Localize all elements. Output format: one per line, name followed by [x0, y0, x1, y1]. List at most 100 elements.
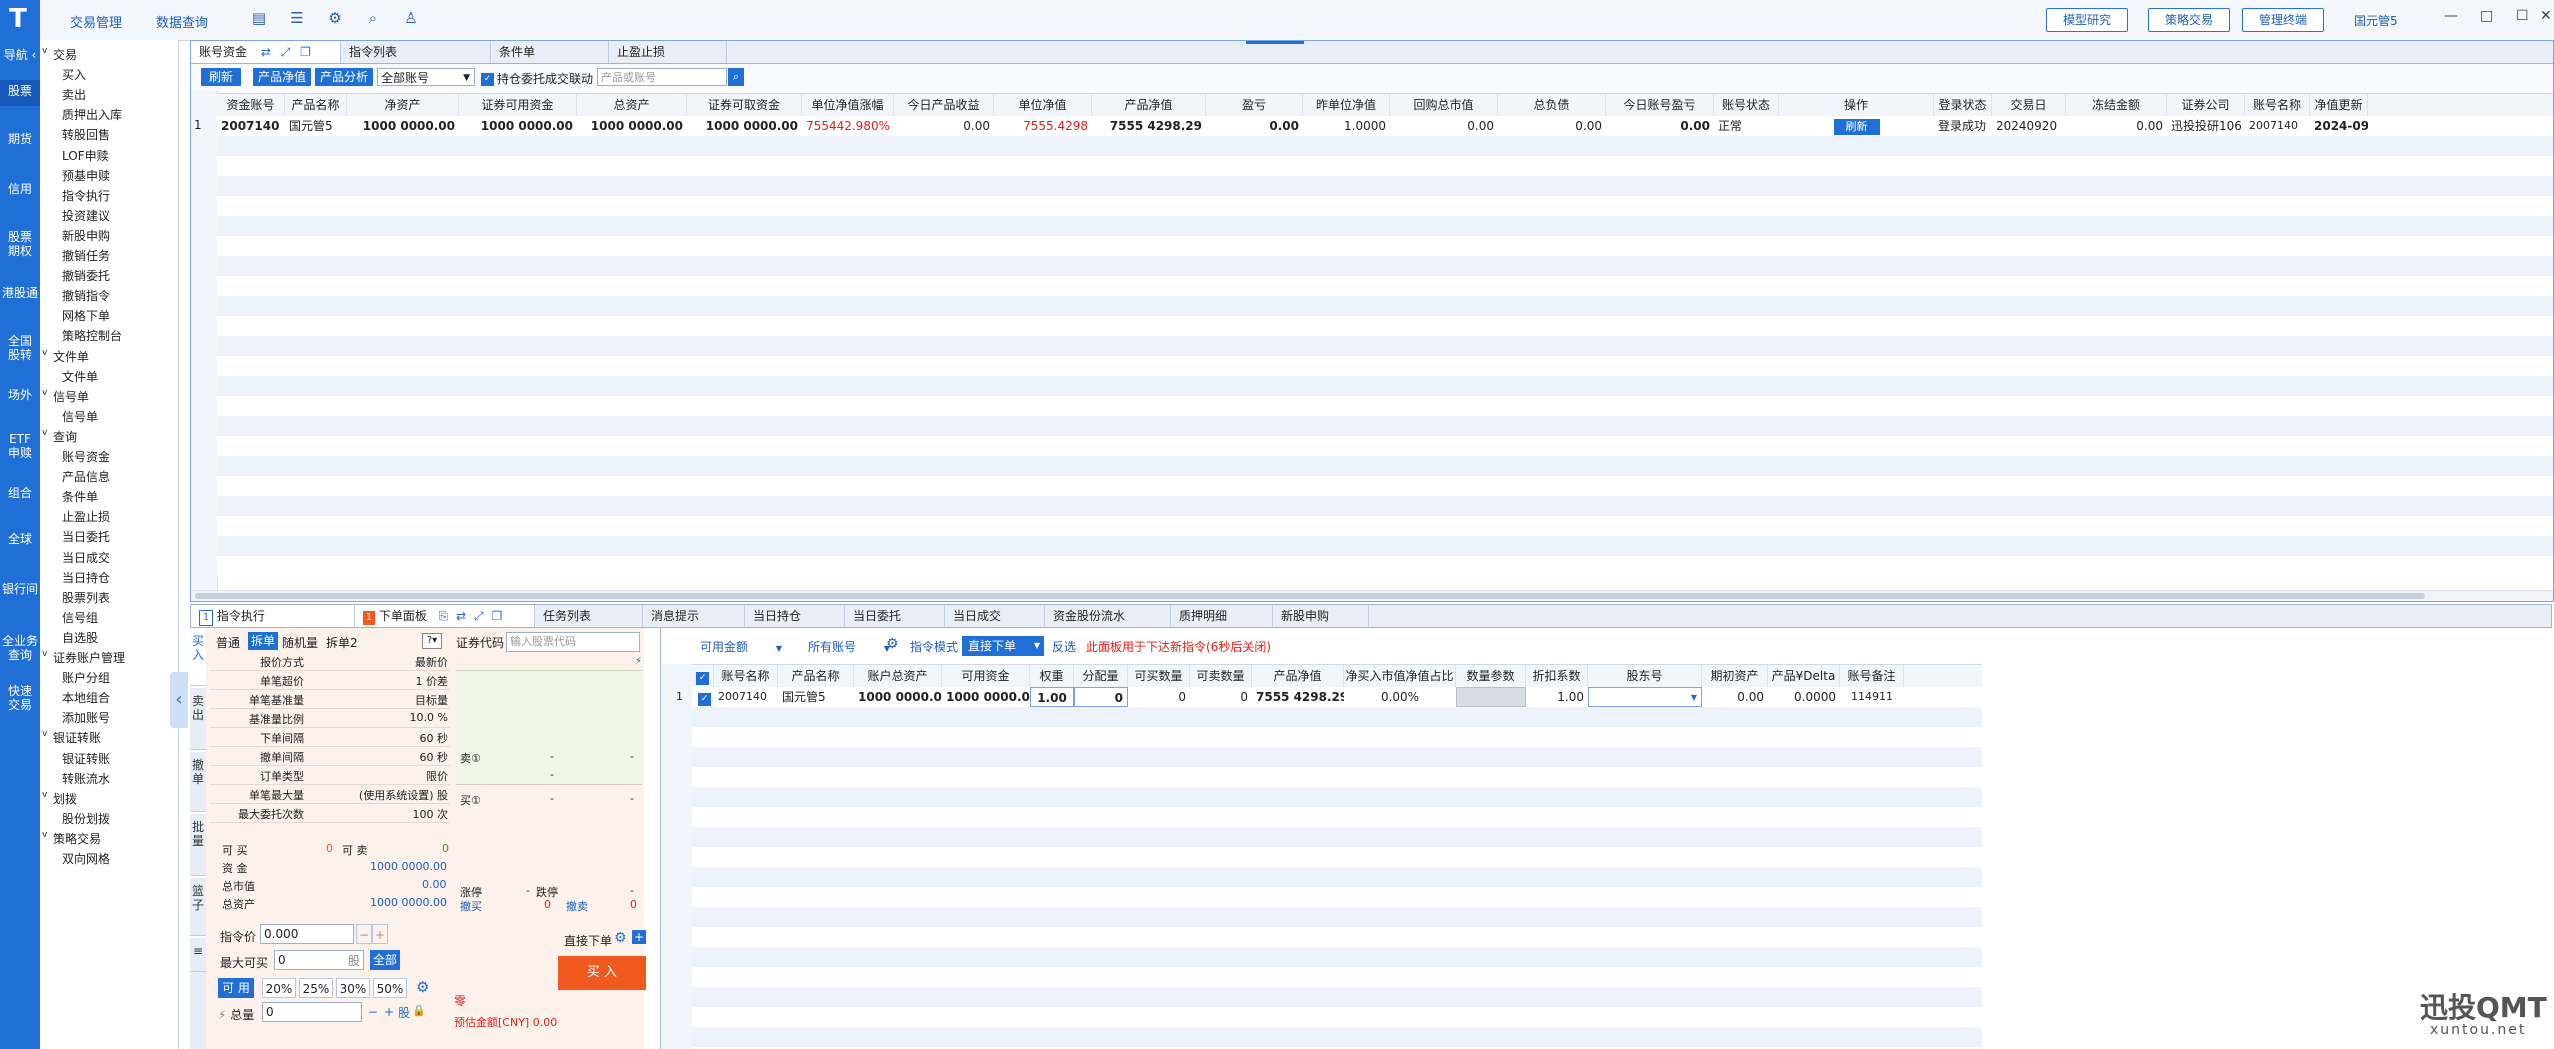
- tab-account-funds[interactable]: 账号资金 ⇄ ⤢ ❐: [191, 41, 341, 63]
- shareholder-select[interactable]: ▼: [1588, 687, 1702, 707]
- side-tab-1[interactable]: 卖出: [190, 688, 206, 750]
- percent-button-3[interactable]: 50%: [373, 978, 407, 998]
- expand-arrow-icon[interactable]: v: [42, 729, 47, 739]
- tab-stop-profit-loss[interactable]: 止盈止损: [609, 41, 727, 63]
- mode-split[interactable]: 拆单: [248, 632, 278, 650]
- column-header[interactable]: 账户总资产: [854, 665, 942, 687]
- tree-group-37[interactable]: 划拨: [53, 790, 77, 807]
- tab-bottom-6[interactable]: 质押明细: [1171, 605, 1273, 627]
- tree-item-27[interactable]: 股票列表: [62, 589, 110, 606]
- tree-item-21[interactable]: 产品信息: [62, 468, 110, 485]
- rail-item-8[interactable]: 组合: [0, 482, 40, 508]
- expand-arrow-icon[interactable]: v: [42, 46, 47, 56]
- gear-icon[interactable]: ⚙: [416, 978, 429, 996]
- column-header[interactable]: 证券可取资金: [687, 94, 802, 116]
- link-checkbox[interactable]: ✓: [481, 70, 494, 86]
- column-header[interactable]: 证券公司: [2167, 94, 2245, 116]
- tree-group-0[interactable]: 交易: [53, 46, 77, 63]
- row-checkbox[interactable]: ✓: [694, 687, 714, 707]
- lightning-icon[interactable]: ⚡: [456, 656, 642, 668]
- weight-input[interactable]: 1.00: [1030, 687, 1074, 707]
- export-icon[interactable]: ⎘: [439, 609, 449, 623]
- tree-item-4[interactable]: 转股回售: [62, 126, 110, 143]
- column-header[interactable]: 账号备注: [1840, 665, 1904, 687]
- column-header[interactable]: 权重: [1030, 665, 1074, 687]
- tree-item-29[interactable]: 自选股: [62, 629, 98, 646]
- side-tab-0[interactable]: 买入: [190, 628, 206, 686]
- plus-icon[interactable]: +: [382, 1002, 396, 1022]
- column-header[interactable]: 冻结金额: [2066, 94, 2167, 116]
- param-value[interactable]: 目标量: [310, 692, 448, 708]
- column-header[interactable]: 产品净值: [1252, 665, 1344, 687]
- tree-group-34[interactable]: 银证转账: [53, 729, 101, 746]
- tree-item-24[interactable]: 当日委托: [62, 528, 110, 545]
- column-header[interactable]: 股东号: [1588, 665, 1702, 687]
- side-tab-4[interactable]: 篮子: [190, 878, 206, 936]
- tree-item-32[interactable]: 本地组合: [62, 689, 110, 706]
- available-button[interactable]: 可 用: [218, 978, 254, 998]
- rail-item-9[interactable]: 全球: [0, 528, 40, 554]
- mode-split2[interactable]: 拆单2: [326, 634, 358, 651]
- popout-icon[interactable]: ⤢: [281, 45, 291, 59]
- tree-group-15[interactable]: 文件单: [53, 348, 89, 365]
- rail-item-5[interactable]: 全国 股转: [0, 330, 40, 366]
- tree-item-35[interactable]: 银证转账: [62, 750, 110, 767]
- nav-toggle[interactable]: 导航 ‹: [0, 46, 40, 63]
- column-header[interactable]: 产品名称: [285, 94, 347, 116]
- tab-order-panel[interactable]: 1 下单面板 ⎘ ⇄ ⤢ ❐: [355, 605, 535, 627]
- reverse-select-link[interactable]: 反选: [1052, 638, 1076, 655]
- cancel-sell-link[interactable]: 撤卖: [566, 898, 588, 914]
- param-value[interactable]: 60 秒: [310, 730, 449, 746]
- product-search-input[interactable]: 产品或账号: [597, 68, 727, 86]
- param-value[interactable]: 100 次: [310, 806, 449, 822]
- column-header[interactable]: 账号名称: [2245, 94, 2310, 116]
- tree-item-26[interactable]: 当日持仓: [62, 569, 110, 586]
- tree-item-12[interactable]: 撤销指令: [62, 287, 110, 304]
- rail-item-1[interactable]: 期货: [0, 128, 40, 154]
- tree-group-19[interactable]: 查询: [53, 428, 77, 445]
- rail-item-6[interactable]: 场外: [0, 384, 40, 410]
- gear-icon[interactable]: ⚙: [614, 930, 627, 946]
- rail-item-10[interactable]: 银行间: [0, 578, 40, 604]
- tree-item-8[interactable]: 投资建议: [62, 207, 110, 224]
- tree-item-16[interactable]: 文件单: [62, 368, 98, 385]
- minus-icon[interactable]: −: [356, 924, 372, 944]
- side-tab-5[interactable]: ≡: [190, 938, 206, 972]
- rail-item-3[interactable]: 股票 期权: [0, 226, 40, 262]
- layout-icon[interactable]: ▤: [250, 9, 268, 27]
- expand-arrow-icon[interactable]: v: [42, 649, 47, 659]
- percent-button-2[interactable]: 30%: [336, 978, 370, 998]
- param-value[interactable]: 最新价: [310, 654, 448, 670]
- tree-item-9[interactable]: 新股申购: [62, 227, 110, 244]
- column-header[interactable]: 产品净值: [1092, 94, 1206, 116]
- search-icon[interactable]: ⌕: [364, 9, 382, 27]
- tab-instruction-execute[interactable]: 1 指令执行: [191, 605, 355, 627]
- close-icon[interactable]: ✕: [2540, 8, 2552, 24]
- total-qty-input[interactable]: 0: [262, 1002, 362, 1022]
- tab-bottom-3[interactable]: 当日委托: [845, 605, 945, 627]
- tree-item-7[interactable]: 指令执行: [62, 187, 110, 204]
- cancel-buy-link[interactable]: 撤买: [460, 898, 482, 914]
- side-tab-3[interactable]: 批量: [190, 814, 206, 876]
- horizontal-scrollbar[interactable]: [191, 590, 2553, 601]
- rail-item-11[interactable]: 全业务 查询: [0, 630, 40, 666]
- tab-bottom-0[interactable]: 任务列表: [535, 605, 643, 627]
- rail-item-4[interactable]: 港股通: [0, 282, 40, 308]
- tab-bottom-2[interactable]: 当日持仓: [745, 605, 845, 627]
- mode-random[interactable]: 随机量: [282, 634, 318, 651]
- tab-bottom-1[interactable]: 消息提示: [643, 605, 745, 627]
- param-value[interactable]: 10.0 %: [310, 711, 448, 724]
- tree-item-2[interactable]: 卖出: [62, 86, 86, 103]
- window-icon[interactable]: ❐: [300, 45, 311, 59]
- column-header[interactable]: 回购总市值: [1390, 94, 1498, 116]
- direct-order-select[interactable]: 直接下单 ▼: [962, 636, 1044, 656]
- column-header[interactable]: 账号状态: [1714, 94, 1779, 116]
- tree-item-22[interactable]: 条件单: [62, 488, 98, 505]
- select-all-checkbox[interactable]: ✓: [692, 665, 714, 687]
- expand-arrow-icon[interactable]: v: [42, 830, 47, 840]
- switch-icon[interactable]: ⇄: [261, 45, 271, 59]
- tree-item-33[interactable]: 添加账号: [62, 709, 110, 726]
- column-header[interactable]: 昨单位净值: [1303, 94, 1390, 116]
- expand-arrow-icon[interactable]: v: [42, 428, 47, 438]
- column-header[interactable]: 可卖数量: [1190, 665, 1252, 687]
